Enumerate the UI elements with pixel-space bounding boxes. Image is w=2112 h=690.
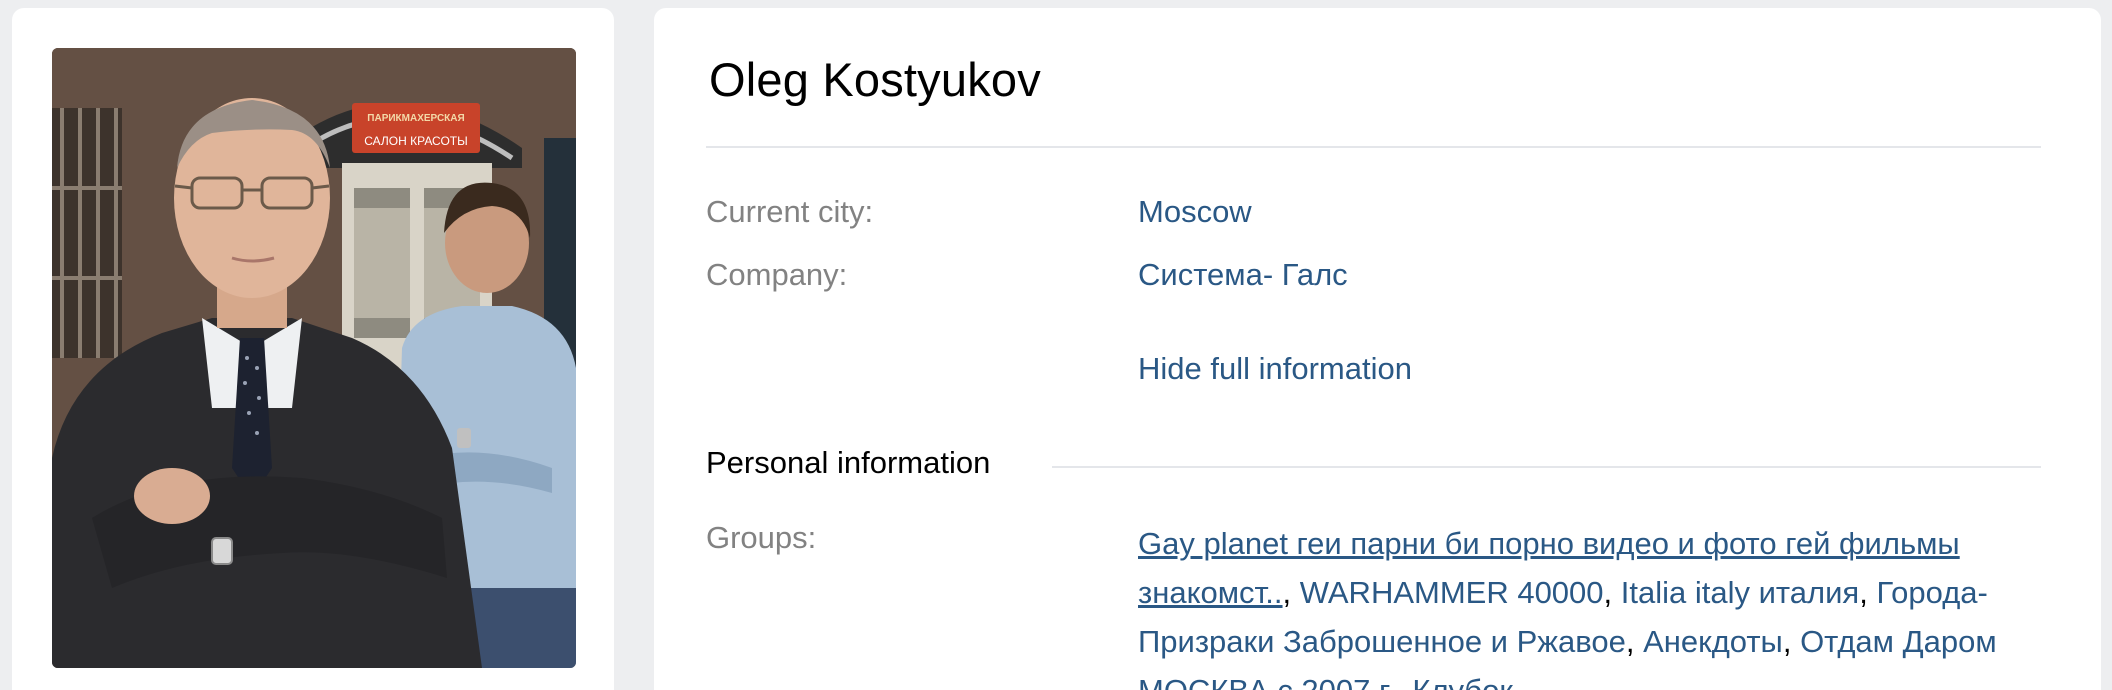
group-separator: , (1625, 624, 1644, 659)
company-label: Company: (706, 257, 848, 292)
group-separator: , (1603, 575, 1621, 610)
city-label: Current city: (706, 194, 874, 229)
personal-info-heading: Personal information (706, 445, 1009, 481)
group-link[interactable]: WARHAMMER 40000 (1300, 575, 1604, 610)
group-link[interactable]: Клубок (1412, 673, 1513, 690)
name-divider (706, 146, 2041, 148)
group-separator: , (1395, 673, 1412, 690)
groups-label: Groups: (706, 520, 817, 555)
company-link[interactable]: Система- Галс (1138, 257, 1348, 293)
group-separator: , (1282, 575, 1300, 610)
group-separator: , (1782, 624, 1801, 659)
group-link[interactable]: Анекдоты (1643, 624, 1783, 659)
group-separator: , (1859, 575, 1877, 610)
shop-sign-top-text: ПАРИКМАХЕРСКАЯ (367, 113, 464, 124)
groups-list: Gay planet геи парни би порно видео и фо… (1138, 519, 2008, 690)
hide-full-info-link[interactable]: Hide full information (1138, 351, 1412, 387)
profile-name: Oleg Kostyukov (709, 53, 1041, 106)
avatar-card: ПАРИКМАХЕРСКАЯ САЛОН КРАСОТЫ (12, 8, 614, 690)
profile-photo[interactable]: ПАРИКМАХЕРСКАЯ САЛОН КРАСОТЫ (52, 48, 576, 668)
city-link[interactable]: Moscow (1138, 194, 1252, 230)
profile-info-card: Oleg Kostyukov Current city: Moscow Comp… (654, 8, 2101, 690)
shop-sign-bottom-text: САЛОН КРАСОТЫ (364, 134, 468, 148)
profile-page: ПАРИКМАХЕРСКАЯ САЛОН КРАСОТЫ Oleg Kostyu… (0, 0, 2112, 690)
section-divider (1052, 466, 2041, 468)
group-link[interactable]: Italia italy италия (1621, 575, 1859, 610)
